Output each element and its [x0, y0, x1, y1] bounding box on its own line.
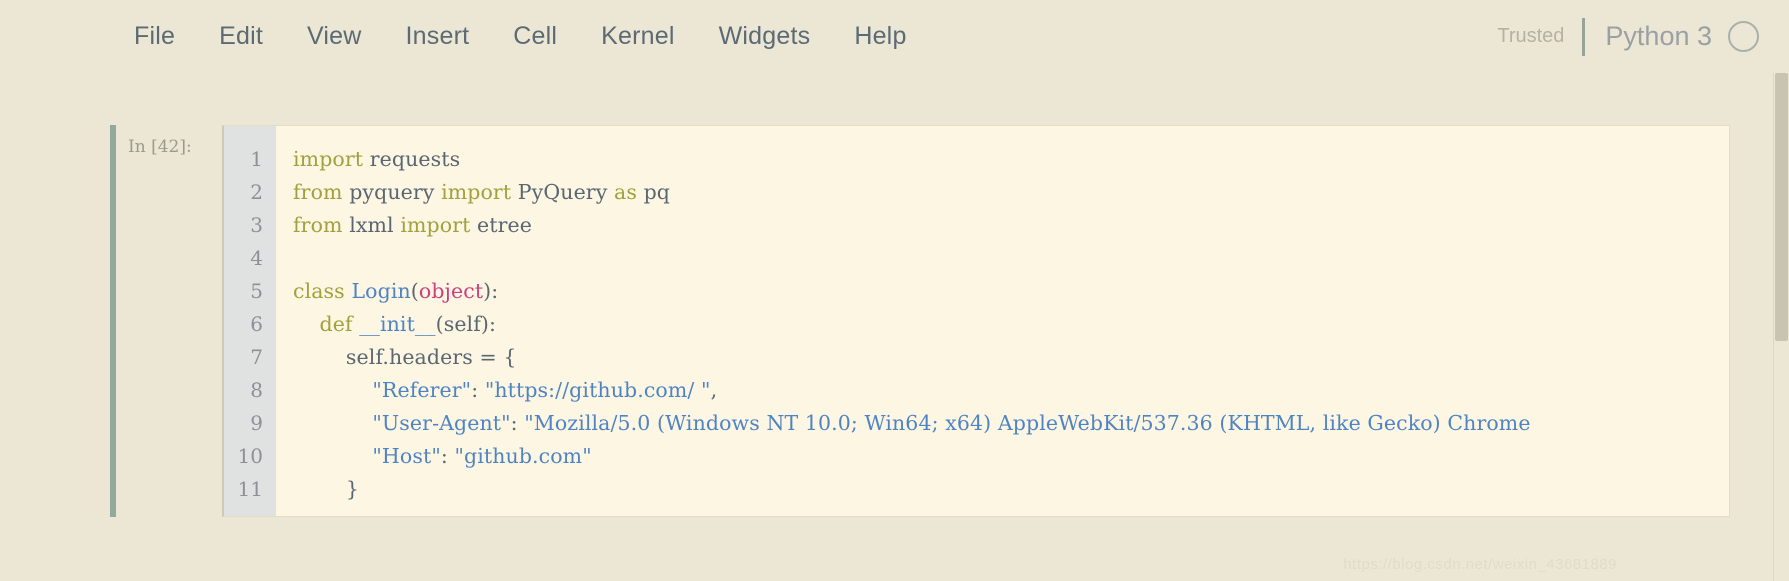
code-token: ( — [411, 279, 419, 303]
code-line[interactable]: "Referer": "https://github.com/ ", — [293, 374, 1729, 407]
line-number: 7 — [224, 341, 276, 374]
kernel-idle-circle-icon[interactable] — [1728, 21, 1759, 52]
cell-input-area[interactable]: 1234567891011 import requestsfrom pyquer… — [222, 125, 1730, 517]
line-number: 3 — [224, 209, 276, 242]
code-line[interactable]: import requests — [293, 143, 1729, 176]
code-token: "Mozilla/5.0 (Windows NT 10.0; Win64; x6… — [524, 411, 1530, 435]
code-token: Login — [351, 279, 410, 303]
code-token: from — [293, 213, 343, 237]
kernel-divider — [1582, 18, 1585, 56]
trusted-indicator[interactable]: Trusted — [1497, 25, 1582, 48]
menu-item-view[interactable]: View — [285, 16, 384, 57]
code-token: as — [614, 180, 637, 204]
code-token: etree — [470, 213, 532, 237]
menu-item-list: FileEditViewInsertCellKernelWidgetsHelp — [112, 16, 929, 57]
line-number: 9 — [224, 407, 276, 440]
code-token: "User-Agent" — [372, 411, 510, 435]
code-token: self.headers = { — [293, 345, 517, 369]
code-token: "Referer" — [372, 378, 471, 402]
code-token: __init__ — [359, 312, 435, 336]
code-token: : — [471, 378, 485, 402]
code-token: import — [400, 213, 470, 237]
line-number: 5 — [224, 275, 276, 308]
vertical-scrollbar-thumb[interactable] — [1775, 73, 1788, 341]
code-token — [293, 411, 372, 435]
menu-item-kernel[interactable]: Kernel — [579, 16, 696, 57]
code-line[interactable]: } — [293, 473, 1729, 506]
code-token: ): — [483, 279, 498, 303]
code-token: "github.com" — [454, 444, 591, 468]
kernel-status-area: Trusted Python 3 — [1497, 0, 1759, 73]
code-token: pq — [637, 180, 670, 204]
cell-execution-prompt: In [42]: — [116, 125, 222, 517]
notebook-body: In [42]: 1234567891011 import requestsfr… — [0, 73, 1789, 581]
code-line[interactable]: "User-Agent": "Mozilla/5.0 (Windows NT 1… — [293, 407, 1729, 440]
code-token — [293, 444, 372, 468]
line-number: 2 — [224, 176, 276, 209]
code-token: lxml — [343, 213, 401, 237]
line-number: 10 — [224, 440, 276, 473]
code-token: : — [511, 411, 525, 435]
code-line[interactable]: self.headers = { — [293, 341, 1729, 374]
code-token: } — [293, 477, 359, 501]
code-token: "Host" — [372, 444, 440, 468]
code-token: object — [419, 279, 483, 303]
code-line[interactable]: from pyquery import PyQuery as pq — [293, 176, 1729, 209]
code-editor[interactable]: import requestsfrom pyquery import PyQue… — [276, 126, 1729, 516]
vertical-scrollbar-track[interactable] — [1773, 73, 1789, 581]
code-token: : — [441, 444, 455, 468]
code-line[interactable]: def __init__(self): — [293, 308, 1729, 341]
code-line[interactable]: class Login(object): — [293, 275, 1729, 308]
code-token: pyquery — [343, 180, 441, 204]
line-number: 6 — [224, 308, 276, 341]
code-token: from — [293, 180, 343, 204]
line-number: 4 — [224, 242, 276, 275]
code-token: "https://github.com/ " — [485, 378, 711, 402]
kernel-name-label: Python 3 — [1605, 21, 1712, 52]
code-token: def — [319, 312, 352, 336]
menu-item-insert[interactable]: Insert — [384, 16, 492, 57]
code-token: requests — [363, 147, 460, 171]
jupyter-notebook-window: FileEditViewInsertCellKernelWidgetsHelp … — [0, 0, 1789, 581]
line-number: 11 — [224, 473, 276, 506]
menu-item-help[interactable]: Help — [832, 16, 928, 57]
code-token: import — [441, 180, 511, 204]
code-cell[interactable]: In [42]: 1234567891011 import requestsfr… — [110, 125, 1730, 517]
line-number: 1 — [224, 143, 276, 176]
menu-item-file[interactable]: File — [112, 16, 197, 57]
code-token — [293, 378, 372, 402]
code-line[interactable]: from lxml import etree — [293, 209, 1729, 242]
code-line[interactable]: "Host": "github.com" — [293, 440, 1729, 473]
menu-item-cell[interactable]: Cell — [491, 16, 579, 57]
menu-item-edit[interactable]: Edit — [197, 16, 285, 57]
code-token: , — [711, 378, 718, 402]
code-line[interactable] — [293, 242, 1729, 275]
line-number-gutter: 1234567891011 — [224, 126, 276, 516]
code-token: import — [293, 147, 363, 171]
menu-bar: FileEditViewInsertCellKernelWidgetsHelp … — [0, 0, 1789, 74]
code-token: PyQuery — [511, 180, 614, 204]
line-number: 8 — [224, 374, 276, 407]
code-token — [293, 312, 319, 336]
code-token: class — [293, 279, 345, 303]
menu-item-widgets[interactable]: Widgets — [697, 16, 833, 57]
code-token: (self): — [436, 312, 496, 336]
watermark-text: https://blog.csdn.net/weixin_43681889 — [1343, 556, 1617, 573]
